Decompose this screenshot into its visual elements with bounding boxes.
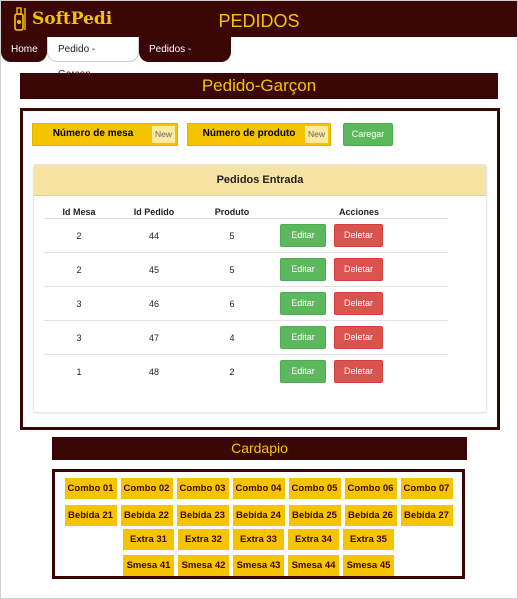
- table-row: 3 46 6 Editar Deletar: [44, 286, 448, 321]
- load-button[interactable]: Caregar: [343, 123, 393, 146]
- cell-produto: 4: [194, 320, 270, 355]
- menu-item-combo-03[interactable]: Combo 03: [176, 478, 229, 499]
- delete-button[interactable]: Deletar: [334, 258, 383, 281]
- tab-home[interactable]: Home: [1, 37, 47, 62]
- col-id-pedido: Id Pedido: [114, 206, 194, 219]
- menu-item-combo-01[interactable]: Combo 01: [64, 478, 117, 499]
- edit-button[interactable]: Editar: [280, 326, 326, 349]
- menu-item-bebida-24[interactable]: Bebida 24: [232, 505, 285, 526]
- produto-input[interactable]: New: [304, 126, 328, 143]
- cell-actions: Editar Deletar: [270, 355, 448, 389]
- cell-pedido: 46: [114, 286, 194, 321]
- menu-row-bebidas: Bebida 21 Bebida 22 Bebida 23 Bebida 24 …: [55, 505, 462, 526]
- menu-item-extra-31[interactable]: Extra 31: [123, 529, 174, 550]
- order-panel: Número de mesa New Número de produto New…: [20, 108, 500, 430]
- app-title: PEDIDOS: [218, 11, 300, 31]
- edit-button[interactable]: Editar: [280, 360, 326, 383]
- menu-item-extra-33[interactable]: Extra 33: [233, 529, 284, 550]
- menu-item-extra-34[interactable]: Extra 34: [288, 529, 339, 550]
- cell-mesa: 3: [44, 320, 114, 355]
- mesa-input[interactable]: New: [151, 126, 175, 143]
- menu-item-combo-06[interactable]: Combo 06: [344, 478, 397, 499]
- menu-row-smesas: Smesa 41 Smesa 42 Smesa 43 Smesa 44 Smes…: [55, 555, 462, 576]
- table-row: 2 44 5 Editar Deletar: [44, 218, 448, 253]
- produto-field[interactable]: Número de produto New: [187, 123, 331, 146]
- menu-item-smesa-42[interactable]: Smesa 42: [178, 555, 229, 576]
- cell-pedido: 48: [148, 366, 159, 377]
- menu-item-combo-05[interactable]: Combo 05: [288, 478, 341, 499]
- menu-row-combos: Combo 01 Combo 02 Combo 03 Combo 04 Comb…: [55, 478, 462, 499]
- menu-item-combo-02[interactable]: Combo 02: [120, 478, 173, 499]
- menu-box: Combo 01 Combo 02 Combo 03 Combo 04 Comb…: [52, 469, 465, 579]
- cell-produto: 5: [194, 252, 270, 287]
- menu-item-bebida-25[interactable]: Bebida 25: [288, 505, 341, 526]
- cell-pedido: 45: [114, 252, 194, 287]
- menu-item-bebida-22[interactable]: Bebida 22: [120, 505, 173, 526]
- cell-actions: Editar Deletar: [270, 252, 448, 287]
- col-acciones: Acciones: [270, 206, 448, 219]
- cell-actions: Editar Deletar: [270, 218, 448, 253]
- menu-item-combo-04[interactable]: Combo 04: [232, 478, 285, 499]
- cell-produto: 6: [194, 286, 270, 321]
- page-title: Pedido-Garçon: [20, 73, 498, 99]
- delete-button[interactable]: Deletar: [334, 224, 383, 247]
- orders-title: Pedidos Entrada: [34, 165, 486, 196]
- menu-item-bebida-21[interactable]: Bebida 21: [64, 505, 117, 526]
- orders-card: Pedidos Entrada Id Mesa Id Pedido Produt…: [33, 164, 487, 413]
- menu-item-smesa-41[interactable]: Smesa 41: [123, 555, 174, 576]
- col-produto: Produto: [194, 206, 270, 219]
- cell-mesa: 2: [44, 252, 114, 287]
- edit-button[interactable]: Editar: [280, 292, 326, 315]
- menu-title: Cardapio: [52, 437, 467, 460]
- menu-item-bebida-26[interactable]: Bebida 26: [344, 505, 397, 526]
- menu-item-smesa-43[interactable]: Smesa 43: [233, 555, 284, 576]
- cell-pedido: 47: [114, 320, 194, 355]
- menu-item-smesa-45[interactable]: Smesa 45: [343, 555, 394, 576]
- col-id-mesa: Id Mesa: [44, 206, 114, 219]
- edit-button[interactable]: Editar: [280, 224, 326, 247]
- menu-item-bebida-27[interactable]: Bebida 27: [400, 505, 453, 526]
- delete-button[interactable]: Deletar: [334, 326, 383, 349]
- cell-pedido: 44: [114, 218, 194, 253]
- produto-label: Número de produto: [202, 128, 296, 139]
- menu-item-extra-32[interactable]: Extra 32: [178, 529, 229, 550]
- mesa-label: Número de mesa: [52, 128, 134, 139]
- cell-mesa: 1: [76, 366, 82, 377]
- table-row: 2 45 5 Editar Deletar: [44, 252, 448, 287]
- cell-produto: 2: [229, 366, 235, 377]
- menu-row-extras: Extra 31 Extra 32 Extra 33 Extra 34 Extr…: [55, 529, 462, 550]
- tab-pedidos-cocina[interactable]: Pedidos - Cocina: [139, 37, 231, 80]
- cell-mesa: 3: [44, 286, 114, 321]
- cell-actions: Editar Deletar: [270, 286, 448, 321]
- menu-item-bebida-23[interactable]: Bebida 23: [176, 505, 229, 526]
- table-row: 1 48 2 Editar Deletar: [44, 355, 448, 389]
- delete-button[interactable]: Deletar: [334, 360, 383, 383]
- orders-table: Id Mesa Id Pedido Produto Acciones 2 44 …: [44, 206, 448, 388]
- delete-button[interactable]: Deletar: [334, 292, 383, 315]
- tab-bar: Home Pedido - Garçon Pedidos - Cocina: [1, 37, 301, 80]
- cell-actions: Editar Deletar: [270, 320, 448, 355]
- menu-item-extra-35[interactable]: Extra 35: [343, 529, 394, 550]
- mesa-field[interactable]: Número de mesa New: [32, 123, 178, 146]
- menu-item-smesa-44[interactable]: Smesa 44: [288, 555, 339, 576]
- cell-mesa: 2: [44, 218, 114, 253]
- menu-item-combo-07[interactable]: Combo 07: [400, 478, 453, 499]
- edit-button[interactable]: Editar: [280, 258, 326, 281]
- table-header-row: Id Mesa Id Pedido Produto Acciones: [44, 206, 448, 219]
- table-row: 3 47 4 Editar Deletar: [44, 320, 448, 355]
- app-header: SoftPedi PEDIDOS: [1, 1, 517, 37]
- tab-pedido-garcon[interactable]: Pedido - Garçon: [47, 37, 139, 80]
- cell-produto: 5: [194, 218, 270, 253]
